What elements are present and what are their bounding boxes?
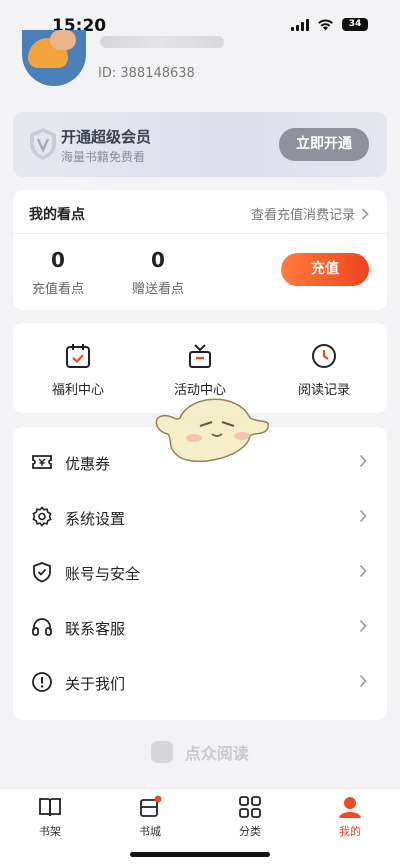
tab-label: 我的 bbox=[339, 825, 361, 838]
chevron-right-icon bbox=[359, 674, 367, 688]
shortcut-label: 阅读记录 bbox=[297, 383, 350, 398]
vip-subtitle: 海量书籍免费看 bbox=[61, 150, 146, 164]
divider bbox=[13, 233, 387, 234]
tab-label: 书架 bbox=[39, 825, 61, 838]
recharge-history-label: 查看充值消费记录 bbox=[250, 208, 355, 223]
clock-icon bbox=[312, 344, 336, 368]
bookshelf-icon bbox=[39, 798, 61, 817]
menu-item-label: 账号与安全 bbox=[65, 565, 141, 583]
user-icon bbox=[339, 797, 361, 818]
menu-item-label: 关于我们 bbox=[65, 675, 126, 693]
app-brand-name: 点众阅读 bbox=[184, 744, 249, 763]
tab-label: 书城 bbox=[139, 825, 161, 838]
menu-item-label: 系统设置 bbox=[65, 510, 126, 528]
tab-category[interactable]: 分类 bbox=[210, 795, 290, 839]
app-brand: 点众阅读 bbox=[0, 740, 400, 764]
home-indicator bbox=[130, 852, 270, 857]
chevron-right-icon bbox=[359, 509, 367, 523]
user-id: ID: 388148638 bbox=[98, 66, 195, 81]
vip-title: 开通超级会员 bbox=[61, 128, 152, 146]
menu-item-customer-service[interactable]: 联系客服 bbox=[13, 600, 387, 655]
battery-indicator: 34 bbox=[342, 18, 368, 31]
chevron-right-icon bbox=[359, 564, 367, 578]
username-obscured bbox=[100, 36, 224, 48]
gift-points-value: 0 bbox=[151, 248, 165, 272]
mascot-illustration bbox=[155, 398, 270, 462]
tab-bookshelf[interactable]: 书架 bbox=[10, 795, 90, 839]
gear-icon bbox=[32, 506, 52, 527]
vip-banner[interactable]: 开通超级会员 海量书籍免费看 立即开通 bbox=[13, 112, 387, 177]
shortcut-welfare-center[interactable]: 福利中心 bbox=[23, 341, 133, 398]
recharge-points-label: 充值看点 bbox=[31, 282, 84, 297]
avatar[interactable] bbox=[22, 30, 86, 86]
menu-item-account-security[interactable]: 账号与安全 bbox=[13, 545, 387, 600]
menu-item-label: 优惠券 bbox=[65, 455, 111, 473]
menu-item-settings[interactable]: 系统设置 bbox=[13, 490, 387, 545]
app-logo-icon bbox=[151, 741, 174, 763]
vip-shield-icon bbox=[30, 128, 56, 160]
info-icon bbox=[32, 672, 52, 692]
shortcut-reading-history[interactable]: 阅读记录 bbox=[269, 341, 379, 398]
menu-item-about-us[interactable]: 关于我们 bbox=[13, 655, 387, 710]
bookstore-icon bbox=[140, 795, 162, 817]
menu-item-label: 联系客服 bbox=[65, 620, 126, 638]
chevron-right-icon bbox=[359, 619, 367, 633]
tab-label: 分类 bbox=[239, 825, 261, 838]
gift-points-label: 赠送看点 bbox=[131, 282, 184, 297]
wifi-icon bbox=[318, 19, 333, 31]
status-icons: 34 bbox=[291, 18, 368, 31]
open-vip-button[interactable]: 立即开通 bbox=[279, 128, 369, 161]
recharge-button[interactable]: 充值 bbox=[281, 253, 369, 286]
points-title: 我的看点 bbox=[29, 207, 85, 223]
recharge-history-link[interactable]: 查看充值消费记录 bbox=[251, 204, 369, 223]
shortcut-label: 福利中心 bbox=[51, 383, 104, 398]
points-card: 我的看点 查看充值消费记录 0 充值看点 0 赠送看点 充值 bbox=[13, 190, 387, 310]
recharge-points: 0 充值看点 bbox=[18, 248, 98, 297]
recharge-points-value: 0 bbox=[51, 248, 65, 272]
chevron-right-icon bbox=[361, 207, 369, 220]
headphones-icon bbox=[32, 618, 52, 636]
coupon-icon bbox=[32, 455, 52, 469]
shield-check-icon bbox=[33, 562, 51, 583]
chevron-right-icon bbox=[359, 454, 367, 468]
calendar-check-icon bbox=[66, 344, 90, 368]
category-icon bbox=[239, 796, 261, 818]
tab-me[interactable]: 我的 bbox=[310, 795, 390, 839]
gift-box-icon bbox=[189, 344, 211, 368]
cellular-signal-icon bbox=[291, 18, 309, 31]
tab-bookstore[interactable]: 书城 bbox=[110, 795, 190, 839]
gift-points: 0 赠送看点 bbox=[118, 248, 198, 297]
